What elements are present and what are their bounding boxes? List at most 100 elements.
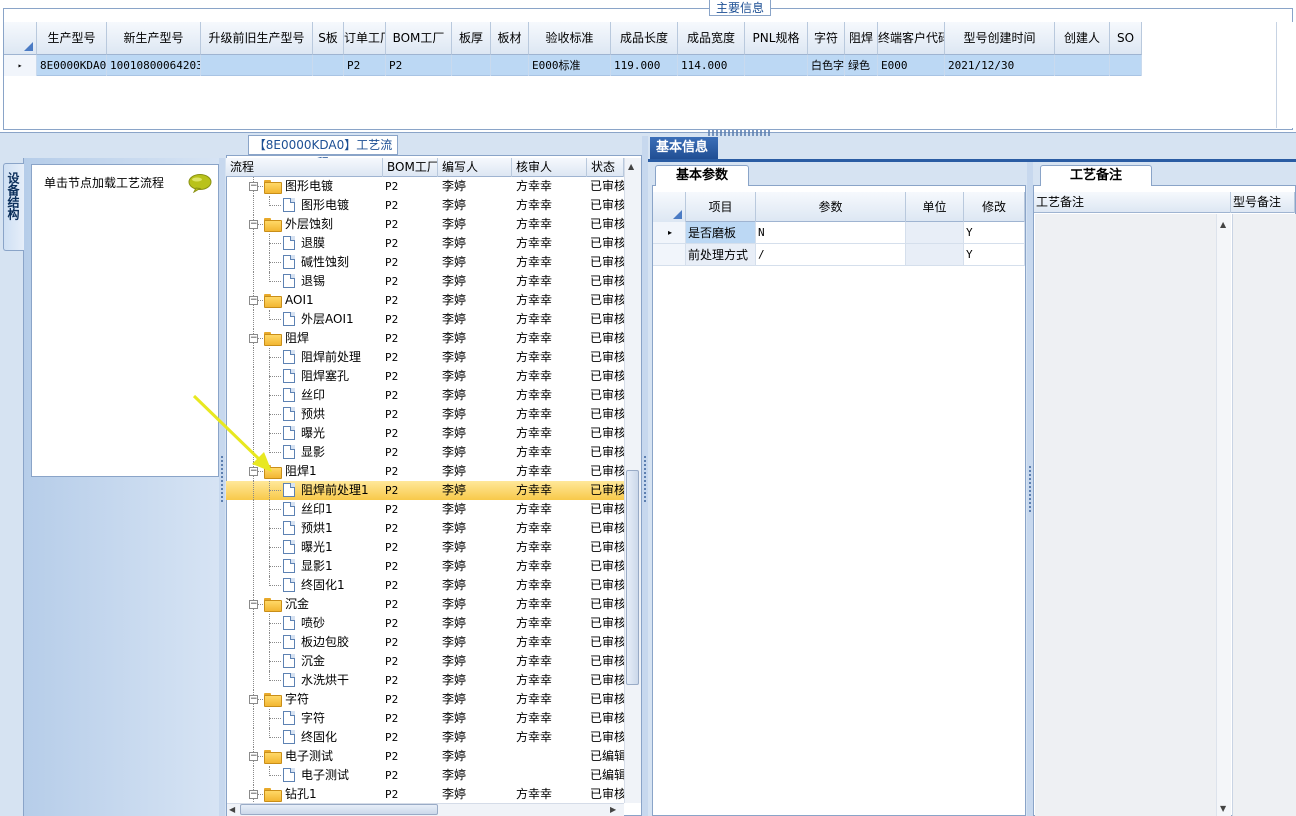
tree-row[interactable]: 丝印1 P2 李婷 方幸幸 已审核 xyxy=(226,500,624,519)
tree-node[interactable]: 终固化1 xyxy=(226,576,383,595)
select-all-corner[interactable] xyxy=(653,192,686,222)
tree-node[interactable]: 退锡 xyxy=(226,272,383,291)
notes-column-header[interactable]: 型号备注 xyxy=(1231,192,1295,213)
tree-node[interactable]: 阻焊前处理1 xyxy=(226,481,383,500)
tree-row[interactable]: 终固化1 P2 李婷 方幸幸 已审核 xyxy=(226,576,624,595)
tree-node[interactable]: 电子测试 xyxy=(226,766,383,785)
tree-row[interactable]: 终固化 P2 李婷 方幸幸 已审核 xyxy=(226,728,624,747)
column-header[interactable]: 成品长度 xyxy=(611,22,678,55)
tree-row[interactable]: − 阻焊 P2 李婷 方幸幸 已审核 xyxy=(226,329,624,348)
process-flow-tree[interactable]: − 图形电镀 P2 李婷 方幸幸 已审核 图形电镀 P2 李婷 方幸幸 已审核 − 外层蚀刻 P2 李婷 方幸… xyxy=(226,177,624,804)
process-notes-scrollbar[interactable]: ▲ ▼ xyxy=(1216,214,1231,816)
tree-node[interactable]: 显影1 xyxy=(226,557,383,576)
tree-row[interactable]: 预烘1 P2 李婷 方幸幸 已审核 xyxy=(226,519,624,538)
tree-row[interactable]: − AOI1 P2 李婷 方幸幸 已审核 xyxy=(226,291,624,310)
tree-node[interactable]: 外层AOI1 xyxy=(226,310,383,329)
params-row[interactable]: ▸ 是否磨板 N Y xyxy=(653,222,1025,244)
tree-row[interactable]: − 电子测试 P2 李婷 已编辑 xyxy=(226,747,624,766)
tree-row[interactable]: 板边包胶 P2 李婷 方幸幸 已审核 xyxy=(226,633,624,652)
tree-row[interactable]: − 外层蚀刻 P2 李婷 方幸幸 已审核 xyxy=(226,215,624,234)
column-header[interactable]: PNL规格 xyxy=(745,22,808,55)
center-splitter-grip[interactable] xyxy=(644,456,646,502)
tree-row[interactable]: − 图形电镀 P2 李婷 方幸幸 已审核 xyxy=(226,177,624,196)
tree-node[interactable]: 字符 xyxy=(226,709,383,728)
tree-column-header[interactable]: 流程 xyxy=(226,158,383,177)
main-info-row[interactable]: ▸ 8E0000KDA0 10010800064203 P2 P2 E000标准 119.0… xyxy=(4,55,1142,76)
params-column-header[interactable]: 单位 xyxy=(906,192,964,222)
collapse-toggle-icon[interactable]: − xyxy=(249,695,258,704)
tree-row[interactable]: 沉金 P2 李婷 方幸幸 已审核 xyxy=(226,652,624,671)
column-header[interactable]: 板材 xyxy=(491,22,529,55)
collapse-toggle-icon[interactable]: − xyxy=(249,600,258,609)
table-cell[interactable] xyxy=(201,55,313,76)
tree-node[interactable]: 板边包胶 xyxy=(226,633,383,652)
column-header[interactable]: 型号创建时间 xyxy=(945,22,1055,55)
table-cell[interactable]: P2 xyxy=(344,55,386,76)
table-cell[interactable]: P2 xyxy=(386,55,452,76)
model-notes-field[interactable] xyxy=(1232,214,1296,816)
tree-node[interactable]: 碱性蚀刻 xyxy=(226,253,383,272)
scroll-up-arrow-icon[interactable]: ▲ xyxy=(628,162,634,171)
table-cell[interactable]: 119.000 xyxy=(611,55,678,76)
params-column-header[interactable]: 修改 xyxy=(964,192,1025,222)
params-param-cell[interactable]: / xyxy=(756,244,906,266)
column-header[interactable]: 字符 xyxy=(808,22,845,55)
tree-row[interactable]: − 沉金 P2 李婷 方幸幸 已审核 xyxy=(226,595,624,614)
table-cell[interactable]: 114.000 xyxy=(678,55,745,76)
scroll-left-arrow-icon[interactable]: ◀ xyxy=(229,805,235,814)
table-cell[interactable]: E000 xyxy=(878,55,945,76)
column-header[interactable]: 订单工厂 xyxy=(344,22,386,55)
params-param-cell[interactable]: N xyxy=(756,222,906,244)
tree-row[interactable]: 阻焊塞孔 P2 李婷 方幸幸 已审核 xyxy=(226,367,624,386)
right-splitter-grip[interactable] xyxy=(1029,466,1031,512)
tree-node[interactable]: − 字符 xyxy=(226,690,383,709)
scroll-up-arrow-icon[interactable]: ▲ xyxy=(1220,220,1226,229)
tree-node[interactable]: 图形电镀 xyxy=(226,196,383,215)
tree-row[interactable]: 阻焊前处理1 P2 李婷 方幸幸 已审核 xyxy=(226,481,624,500)
tree-row[interactable]: 曝光1 P2 李婷 方幸幸 已审核 xyxy=(226,538,624,557)
table-cell[interactable] xyxy=(452,55,491,76)
table-cell[interactable] xyxy=(313,55,344,76)
table-cell[interactable] xyxy=(745,55,808,76)
select-all-corner[interactable] xyxy=(4,22,37,55)
table-cell[interactable]: 白色字符 xyxy=(808,55,845,76)
tree-node[interactable]: 丝印1 xyxy=(226,500,383,519)
tree-node[interactable]: 预烘1 xyxy=(226,519,383,538)
tree-node[interactable]: 沉金 xyxy=(226,652,383,671)
tree-row[interactable]: 退膜 P2 李婷 方幸幸 已审核 xyxy=(226,234,624,253)
column-header[interactable]: 生产型号 xyxy=(37,22,107,55)
tree-row[interactable]: − 字符 P2 李婷 方幸幸 已审核 xyxy=(226,690,624,709)
column-header[interactable]: S板 xyxy=(313,22,344,55)
table-cell[interactable]: 8E0000KDA0 xyxy=(37,55,107,76)
collapse-toggle-icon[interactable]: − xyxy=(249,182,258,191)
tree-row[interactable]: 电子测试 P2 李婷 已编辑 xyxy=(226,766,624,785)
tree-row[interactable]: 喷砂 P2 李婷 方幸幸 已审核 xyxy=(226,614,624,633)
params-unit-cell[interactable] xyxy=(906,244,964,266)
tree-column-header[interactable]: BOM工厂 xyxy=(383,158,438,177)
table-cell[interactable] xyxy=(1055,55,1110,76)
params-row[interactable]: 前处理方式 / Y xyxy=(653,244,1025,266)
basic-params-grid[interactable]: ▸ 是否磨板 N Y 前处理方式 / Y xyxy=(653,222,1025,266)
table-cell[interactable]: 10010800064203 xyxy=(107,55,201,76)
tree-row[interactable]: 图形电镀 P2 李婷 方幸幸 已审核 xyxy=(226,196,624,215)
tree-column-header[interactable]: 核审人 xyxy=(512,158,587,177)
process-flow-vscroll-thumb[interactable] xyxy=(626,470,639,685)
column-header[interactable]: 升级前旧生产型号 xyxy=(201,22,313,55)
collapse-toggle-icon[interactable]: − xyxy=(249,220,258,229)
params-column-header[interactable]: 项目 xyxy=(686,192,756,222)
column-header[interactable]: BOM工厂 xyxy=(386,22,452,55)
collapse-toggle-icon[interactable]: − xyxy=(249,334,258,343)
table-cell[interactable] xyxy=(491,55,529,76)
tree-row[interactable]: 碱性蚀刻 P2 李婷 方幸幸 已审核 xyxy=(226,253,624,272)
table-cell[interactable]: E000标准 xyxy=(529,55,611,76)
collapse-toggle-icon[interactable]: − xyxy=(249,790,258,799)
tree-node[interactable]: − 钻孔1 xyxy=(226,785,383,804)
tab-basic-info[interactable]: 基本信息 xyxy=(650,137,718,160)
tree-node[interactable]: 退膜 xyxy=(226,234,383,253)
collapse-toggle-icon[interactable]: − xyxy=(249,296,258,305)
tree-node[interactable]: 水洗烘干 xyxy=(226,671,383,690)
scroll-down-arrow-icon[interactable]: ▼ xyxy=(1220,804,1226,813)
column-header[interactable]: 板厚 xyxy=(452,22,491,55)
column-header[interactable]: 新生产型号 xyxy=(107,22,201,55)
tree-column-header[interactable]: 状态 xyxy=(587,158,624,177)
